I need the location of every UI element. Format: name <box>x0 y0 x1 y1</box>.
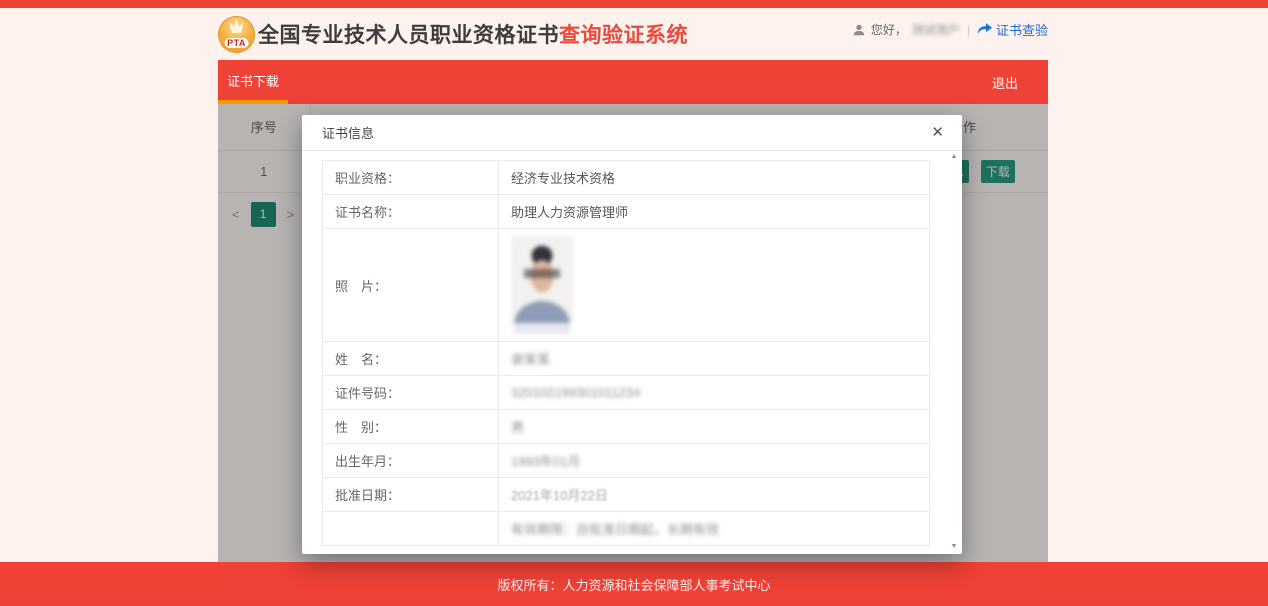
copyright-text: 版权所有：人力资源和社会保障部人事考试中心 <box>497 575 770 594</box>
modal-body: 职业资格： 经济专业技术资格 证书名称： 助理人力资源管理师 照 片： 姓 名：… <box>302 151 962 546</box>
gender-label: 性 别： <box>323 410 499 444</box>
brand: PTA 全国专业技术人员职业资格证书 查询验证系统 <box>218 16 688 53</box>
modal-header: 证书信息 ✕ <box>302 115 962 151</box>
username-masked: 测试用户 <box>912 21 960 38</box>
site-header: PTA 全国专业技术人员职业资格证书 查询验证系统 您好， 测试用户 | 证书查… <box>218 8 1048 60</box>
birth-label: 出生年月： <box>323 444 499 478</box>
extra-value-masked: 有效期限：自批准日期起，长期有效 <box>511 522 719 537</box>
occupation-label: 职业资格： <box>323 161 499 195</box>
greeting-text: 您好， <box>871 21 907 38</box>
site-footer: 版权所有：人力资源和社会保障部人事考试中心 <box>0 562 1268 606</box>
certificate-info-modal: 证书信息 ✕ 职业资格： 经济专业技术资格 证书名称： 助理人力资源管理师 照 … <box>302 115 962 554</box>
approval-date-label: 批准日期： <box>323 478 499 512</box>
birth-value-masked: 1993年01月 <box>511 454 580 469</box>
gender-value-masked: 男 <box>511 420 524 435</box>
row-gender: 性 别： 男 <box>323 410 930 444</box>
row-id-number: 证件号码： 320102199301011234 <box>323 376 930 410</box>
name-label: 姓 名： <box>323 342 499 376</box>
separator: | <box>967 23 970 37</box>
scroll-up-icon[interactable]: ▲ <box>951 153 958 161</box>
modal-scrollbar[interactable]: ▲ ▼ <box>948 153 960 551</box>
row-photo: 照 片： <box>323 229 930 342</box>
certificate-detail-table: 职业资格： 经济专业技术资格 证书名称： 助理人力资源管理师 照 片： 姓 名：… <box>322 160 930 546</box>
site-title-main: 全国专业技术人员职业资格证书 <box>258 19 559 49</box>
logo-pta-text: PTA <box>224 38 249 48</box>
tab-cert-download[interactable]: 证书下载 <box>218 60 288 104</box>
photo-cell <box>499 229 930 342</box>
share-arrow-icon <box>977 23 992 36</box>
verify-link-label: 证书查验 <box>996 20 1048 39</box>
name-value-masked: 谢某某 <box>511 352 550 367</box>
logout-button[interactable]: 退出 <box>992 73 1048 92</box>
cert-name-label: 证书名称： <box>323 195 499 229</box>
user-area: 您好， 测试用户 | 证书查验 <box>852 18 1048 39</box>
main-nav: 证书下载 退出 <box>218 60 1048 104</box>
close-icon[interactable]: ✕ <box>931 125 944 140</box>
photo-label: 照 片： <box>323 229 499 342</box>
occupation-value: 经济专业技术资格 <box>499 161 930 195</box>
modal-title: 证书信息 <box>322 123 374 142</box>
extra-label <box>323 512 499 546</box>
logo-flame-icon <box>225 19 249 37</box>
id-number-label: 证件号码： <box>323 376 499 410</box>
site-title-accent: 查询验证系统 <box>559 19 688 49</box>
certificate-photo <box>511 236 573 334</box>
cert-name-value: 助理人力资源管理师 <box>499 195 930 229</box>
row-approval-date: 批准日期： 2021年10月22日 <box>323 478 930 512</box>
row-extra: 有效期限：自批准日期起，长期有效 <box>323 512 930 546</box>
row-occupation: 职业资格： 经济专业技术资格 <box>323 161 930 195</box>
user-icon <box>852 23 866 37</box>
top-red-strip <box>0 0 1268 8</box>
id-number-value-masked: 320102199301011234 <box>511 385 640 400</box>
approval-date-value-masked: 2021年10月22日 <box>511 488 608 503</box>
row-birth: 出生年月： 1993年01月 <box>323 444 930 478</box>
row-name: 姓 名： 谢某某 <box>323 342 930 376</box>
scroll-down-icon[interactable]: ▼ <box>951 543 958 551</box>
verify-link[interactable]: 证书查验 <box>977 20 1048 39</box>
pta-logo: PTA <box>218 16 255 53</box>
row-cert-name: 证书名称： 助理人力资源管理师 <box>323 195 930 229</box>
